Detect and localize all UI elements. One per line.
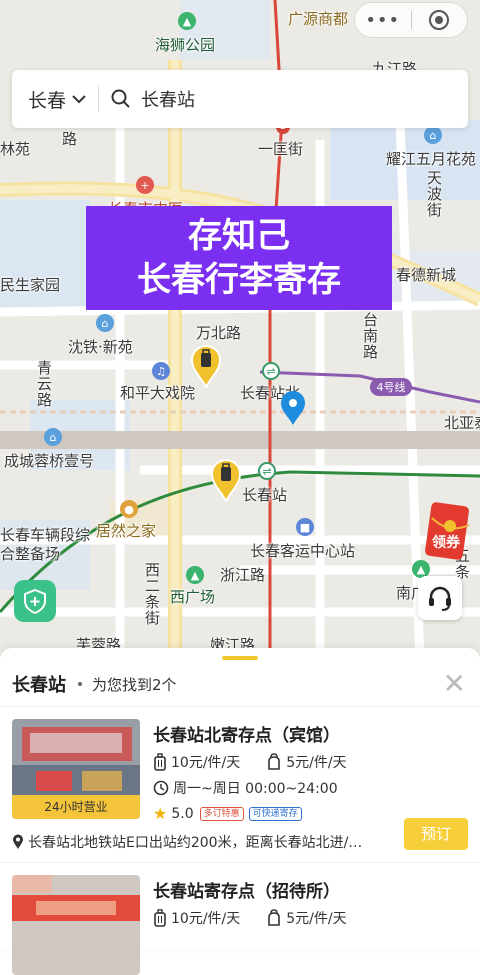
panel-title: 长春站: [12, 675, 66, 696]
park-icon: ▲: [178, 12, 196, 30]
luggage-large-icon: [153, 909, 167, 927]
city-selector[interactable]: 长春: [12, 86, 86, 113]
store-thumbnail: 24小时营业: [12, 719, 140, 819]
separator-dot: [78, 682, 82, 686]
hours-row: 周一~周日 00:00~24:00: [153, 778, 338, 798]
divider: [0, 706, 480, 707]
map-label: 广源商都: [288, 10, 349, 28]
search-icon: [111, 89, 130, 108]
price-row: 10元/件/天 5元/件/天: [153, 908, 347, 928]
bus-icon: ■: [296, 518, 314, 536]
book-button[interactable]: 预订: [404, 818, 468, 850]
store-thumbnail: [12, 875, 140, 975]
map-label: 天波街: [425, 170, 443, 218]
shield-plus-icon: [24, 588, 46, 614]
map-view[interactable]: 4号线 海狮公园 广源商都 九江路 一匡街 耀江五月花苑 天波街 林苑 路 长春…: [0, 0, 480, 660]
svg-text:4号线: 4号线: [377, 380, 406, 394]
map-label: 沈铁·新苑: [68, 338, 133, 356]
more-dots-icon[interactable]: •••: [355, 10, 411, 31]
express-badge: 可快递寄存: [248, 806, 302, 821]
coupon-label: 领券: [432, 535, 460, 551]
map-label: 居然之家: [96, 522, 157, 540]
store-address: 长春站北地铁站E口出站约200米，距离长春站北进/…: [12, 832, 362, 852]
location-icon: [12, 834, 24, 850]
map-label: 长春车辆段综合整备场: [0, 526, 91, 563]
metro-station-icon: ⇌: [262, 362, 280, 380]
insurance-button[interactable]: [14, 580, 56, 622]
home-icon: ⌂: [424, 126, 442, 144]
map-label: 民生家园: [0, 276, 61, 294]
search-input[interactable]: 长春站: [141, 86, 195, 112]
map-label: 北亚泰: [444, 414, 480, 432]
business-hours: 周一~周日 00:00~24:00: [173, 781, 338, 797]
result-card[interactable]: 长春站寄存点（招待所） 10元/件/天 5元/件/天: [12, 875, 468, 975]
home-icon: ⌂: [96, 314, 114, 332]
headset-icon: [429, 586, 451, 611]
divider: [98, 86, 100, 112]
park-icon: ▲: [186, 566, 204, 584]
discount-badge: 多订特惠: [199, 806, 244, 821]
rating-row: ★ 5.0 多订特惠 可快递寄存: [153, 804, 307, 823]
promo-banner: 存知己 长春行李寄存: [86, 206, 392, 310]
small-item-price: 5元/件/天: [286, 911, 347, 927]
price-row: 10元/件/天 5元/件/天: [153, 752, 347, 772]
map-label: 路: [62, 130, 78, 148]
map-label: 台南路: [361, 312, 379, 360]
coupon-button[interactable]: 领券: [424, 500, 474, 562]
bag-small-icon: [266, 753, 282, 771]
large-item-price: 10元/件/天: [171, 755, 241, 771]
rating-value: 5.0: [171, 805, 194, 822]
close-icon[interactable]: ✕: [443, 670, 466, 698]
miniprogram-capsule: •••: [354, 2, 468, 38]
map-label: 林苑: [0, 140, 31, 158]
clock-icon: [153, 780, 169, 796]
location-pin-icon: [281, 391, 305, 425]
map-label: 一匡街: [258, 140, 304, 158]
home-icon: ⌂: [44, 428, 62, 446]
banner-line: 存知己: [188, 216, 290, 256]
city-label: 长春: [28, 89, 67, 112]
banner-line: 长春行李寄存: [137, 260, 341, 300]
store-name: 长春站北寄存点（宾馆）: [153, 726, 340, 746]
drag-handle[interactable]: [222, 656, 258, 660]
hospital-icon: +: [136, 176, 154, 194]
map-label: 青云路: [35, 360, 53, 408]
bag-small-icon: [266, 909, 282, 927]
luggage-pin-icon[interactable]: [210, 458, 242, 502]
map-label: 耀江五月花苑: [386, 150, 477, 168]
target-circle-icon[interactable]: [411, 9, 467, 31]
divider: [0, 862, 480, 863]
map-label: 西广场: [170, 588, 216, 606]
customer-service-button[interactable]: [418, 576, 462, 620]
result-count: 为您找到2个: [92, 675, 177, 694]
metro-station-icon: ⇌: [258, 462, 276, 480]
map-label: 成城蓉桥壹号: [4, 452, 95, 470]
map-label: 和平大戏院: [120, 384, 196, 402]
small-item-price: 5元/件/天: [286, 755, 347, 771]
results-panel: 长春站 为您找到2个 ✕ 24小时营业 长春站北寄存点（宾馆） 10元/件/天: [0, 648, 480, 975]
store-name: 长春站寄存点（招待所）: [153, 882, 340, 902]
search-bar: 长春 长春站: [12, 70, 468, 128]
star-icon: ★: [153, 804, 168, 823]
map-label: 长春站: [242, 486, 288, 504]
red-packet-icon: [425, 502, 470, 560]
map-label: 春德新城: [396, 266, 457, 284]
hours-tag: 24小时营业: [12, 795, 140, 819]
large-item-price: 10元/件/天: [171, 911, 241, 927]
panel-header: 长春站 为您找到2个 ✕: [12, 670, 468, 698]
result-card[interactable]: 24小时营业 长春站北寄存点（宾馆） 10元/件/天 5元/件/天 周一~周日 …: [12, 719, 468, 863]
luggage-pin-icon[interactable]: [190, 344, 222, 388]
luggage-large-icon: [153, 753, 167, 771]
map-label: 浙江路: [220, 566, 266, 584]
map-label: 万北路: [196, 324, 242, 342]
map-label: 海狮公园: [155, 36, 216, 54]
chevron-down-icon: [72, 95, 86, 104]
theater-icon: ♫: [152, 362, 170, 380]
map-label: 长春客运中心站: [250, 542, 356, 560]
map-label: 西二条街: [143, 562, 161, 626]
shopping-icon: ●: [120, 500, 138, 518]
address-text: 长春站北地铁站E口出站约200米，距离长春站北进/…: [28, 835, 363, 851]
